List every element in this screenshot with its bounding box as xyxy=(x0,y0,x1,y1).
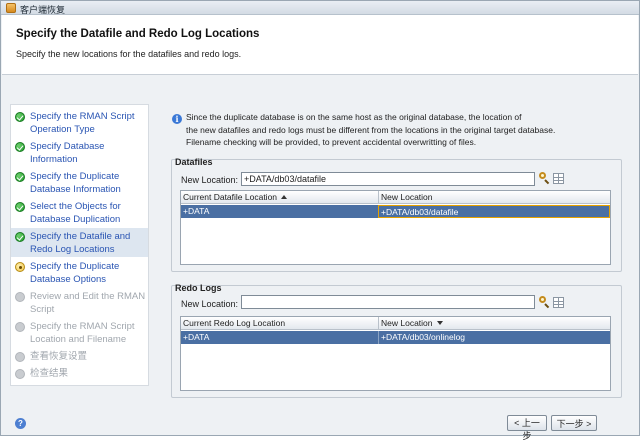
browse-grid-icon[interactable] xyxy=(553,297,564,308)
info-line: Filename checking will be provided, to p… xyxy=(186,137,477,147)
nav-step-label: Select the Objects for Database Duplicat… xyxy=(30,201,121,225)
nav-step-review-rman-script: Review and Edit the RMAN Script xyxy=(11,290,148,316)
table-header-row: Current Redo Log Location New Location xyxy=(181,317,610,330)
sort-ascending-icon xyxy=(281,195,288,199)
next-button[interactable]: 下一步 > xyxy=(551,415,597,431)
redologs-group-title: Redo Logs xyxy=(175,283,222,293)
table-header-row: Current Datafile Location New Location xyxy=(181,191,610,204)
cell-current-location[interactable]: +DATA xyxy=(181,331,378,344)
completed-check-icon xyxy=(15,172,25,182)
completed-check-icon xyxy=(15,112,25,122)
pending-step-icon xyxy=(15,292,25,302)
nav-step-select-objects[interactable]: Select the Objects for Database Duplicat… xyxy=(11,200,148,226)
column-header-new-location[interactable]: New Location xyxy=(378,191,610,204)
nav-step-label: Specify the Datafile and Redo Log Locati… xyxy=(30,231,131,255)
help-icon[interactable]: ? xyxy=(15,418,26,429)
nav-step-database-information[interactable]: Specify Database Information xyxy=(11,140,148,166)
page-title: Specify the Datafile and Redo Log Locati… xyxy=(16,28,260,40)
nav-step-duplicate-database-options[interactable]: Specify the Duplicate Database Options xyxy=(11,260,148,286)
browse-grid-icon[interactable] xyxy=(553,173,564,184)
column-header-current-location[interactable]: Current Datafile Location xyxy=(181,191,378,204)
nav-step-label: Specify the RMAN Script Location and Fil… xyxy=(30,321,135,345)
nav-step-label: Specify the Duplicate Database Informati… xyxy=(30,171,121,195)
nav-step-duplicate-database-information[interactable]: Specify the Duplicate Database Informati… xyxy=(11,170,148,196)
nav-step-rman-operation-type[interactable]: Specify the RMAN Script Operation Type xyxy=(11,110,148,136)
back-button[interactable]: < 上一步 xyxy=(507,415,547,441)
title-bar: 客户端恢复 xyxy=(1,1,639,15)
nav-step-label: 检查结果 xyxy=(30,368,69,379)
nav-step-label: Specify the RMAN Script Operation Type xyxy=(30,111,135,135)
info-line: Since the duplicate database is on the s… xyxy=(186,112,522,122)
completed-check-icon xyxy=(15,202,25,212)
completed-check-icon xyxy=(15,232,25,242)
table-row[interactable]: +DATA +DATA/db03/datafile xyxy=(181,205,610,218)
pending-step-icon xyxy=(15,352,25,362)
wizard-steps-nav: Specify the RMAN Script Operation Type S… xyxy=(10,104,149,386)
table-row[interactable]: +DATA +DATA/db03/onlinelog xyxy=(181,331,610,344)
cell-new-location[interactable]: +DATA/db03/onlinelog xyxy=(378,331,610,344)
datafiles-new-location-label: New Location: xyxy=(181,175,239,185)
current-step-icon xyxy=(15,262,25,272)
nav-step-view-restore-settings: 查看恢复设置 xyxy=(11,350,148,363)
page-subtitle: Specify the new locations for the datafi… xyxy=(16,49,242,59)
search-icon[interactable] xyxy=(538,172,550,185)
search-icon[interactable] xyxy=(538,296,550,309)
redologs-new-location-label: New Location: xyxy=(181,299,239,309)
nav-step-label: 查看恢复设置 xyxy=(30,351,88,362)
nav-step-datafile-redo-locations[interactable]: Specify the Datafile and Redo Log Locati… xyxy=(11,228,148,257)
info-icon: i xyxy=(172,114,182,124)
nav-step-label: Review and Edit the RMAN Script xyxy=(30,291,146,315)
column-header-new-location[interactable]: New Location xyxy=(378,317,610,330)
wizard-header: Specify the Datafile and Redo Log Locati… xyxy=(2,15,638,75)
info-line: the new datafiles and redo logs must be … xyxy=(186,124,556,135)
pending-step-icon xyxy=(15,322,25,332)
info-message: Since the duplicate database is on the s… xyxy=(186,111,616,149)
app-icon xyxy=(6,3,16,13)
redologs-table: Current Redo Log Location New Location +… xyxy=(180,316,611,391)
cell-new-location[interactable]: +DATA/db03/datafile xyxy=(378,205,610,218)
redologs-group: Redo Logs New Location: Current Redo Log… xyxy=(171,283,622,398)
datafiles-table: Current Datafile Location New Location +… xyxy=(180,190,611,265)
datafiles-group-title: Datafiles xyxy=(175,157,213,167)
datafiles-group: Datafiles New Location: Current Datafile… xyxy=(171,157,622,272)
completed-check-icon xyxy=(15,142,25,152)
nav-step-rman-script-location: Specify the RMAN Script Location and Fil… xyxy=(11,320,148,346)
cell-current-location[interactable]: +DATA xyxy=(181,205,378,218)
datafiles-new-location-input[interactable] xyxy=(241,172,535,186)
pending-step-icon xyxy=(15,369,25,379)
nav-step-label: Specify Database Information xyxy=(30,141,105,165)
sort-descending-icon xyxy=(436,321,443,325)
column-header-current-location[interactable]: Current Redo Log Location xyxy=(181,317,378,330)
wizard-window: 客户端恢复 Specify the Datafile and Redo Log … xyxy=(0,0,640,441)
nav-step-label: Specify the Duplicate Database Options xyxy=(30,261,120,285)
redologs-new-location-input[interactable] xyxy=(241,295,535,309)
nav-step-check-results: 检查结果 xyxy=(11,367,148,380)
